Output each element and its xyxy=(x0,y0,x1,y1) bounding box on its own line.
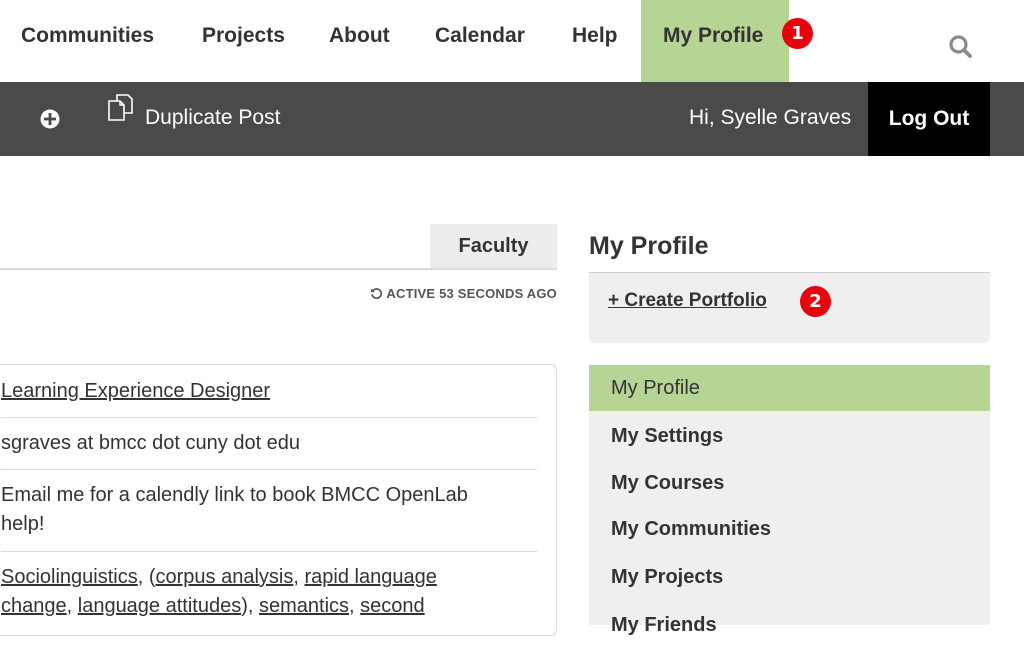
plus-circle-icon[interactable] xyxy=(39,108,61,130)
interest-separator: , ( xyxy=(137,566,156,588)
interest-separator: , xyxy=(349,595,361,617)
user-greeting[interactable]: Hi, Syelle Graves xyxy=(689,106,851,130)
interest-tag-link[interactable]: language attitudes xyxy=(78,595,241,617)
menu-item-my-communities[interactable]: My Communities xyxy=(589,506,990,552)
row-divider xyxy=(1,417,537,418)
menu-item-my-courses[interactable]: My Courses xyxy=(589,460,990,506)
sidebar-title: My Profile xyxy=(589,232,709,260)
interest-tag-link[interactable]: rapid language xyxy=(304,566,436,588)
interest-tag-link[interactable]: second xyxy=(360,595,425,617)
annotation-badge-2: 2 xyxy=(800,286,831,317)
profile-menu: My Profile My Settings My Courses My Com… xyxy=(589,365,990,636)
duplicate-icon xyxy=(108,94,133,121)
profile-title-row: Learning Experience Designer xyxy=(1,377,537,406)
nav-communities[interactable]: Communities xyxy=(21,0,154,82)
nav-about[interactable]: About xyxy=(329,0,390,82)
create-portfolio-box: + Create Portfolio 2 xyxy=(589,273,990,343)
interest-tag-link[interactable]: corpus analysis xyxy=(156,566,294,588)
tab-faculty[interactable]: Faculty xyxy=(430,224,557,268)
menu-item-my-settings[interactable]: My Settings xyxy=(589,413,990,459)
nav-calendar[interactable]: Calendar xyxy=(435,0,525,82)
menu-item-my-projects[interactable]: My Projects xyxy=(589,554,990,600)
create-portfolio-link[interactable]: + Create Portfolio xyxy=(608,290,767,312)
active-status-text: ACTIVE 53 SECONDS AGO xyxy=(386,286,557,301)
admin-bar: Duplicate Post Hi, Syelle Graves Log Out xyxy=(0,82,1024,156)
office-hours-line2: help! xyxy=(1,513,45,535)
profile-office-hours: Email me for a calendly link to book BMC… xyxy=(1,481,537,539)
annotation-badge-1: 1 xyxy=(782,18,813,49)
active-status: ACTIVE 53 SECONDS AGO xyxy=(370,286,557,301)
refresh-icon xyxy=(371,288,383,300)
menu-item-my-profile[interactable]: My Profile xyxy=(589,365,990,411)
nav-projects[interactable]: Projects xyxy=(202,0,285,82)
interest-tag-link[interactable]: change xyxy=(1,595,67,617)
interests-line1: Sociolinguistics, (corpus analysis, rapi… xyxy=(1,563,537,592)
interest-tag-link[interactable]: semantics xyxy=(259,595,349,617)
row-divider xyxy=(1,551,537,552)
search-icon[interactable] xyxy=(948,34,974,60)
row-divider xyxy=(1,469,537,470)
profile-email: sgraves at bmcc dot cuny dot edu xyxy=(1,432,301,454)
office-hours-line1: Email me for a calendly link to book BMC… xyxy=(1,484,468,506)
profile-interests: Sociolinguistics, (corpus analysis, rapi… xyxy=(1,563,537,621)
interest-separator: , xyxy=(66,595,78,617)
profile-info-box: Learning Experience Designer sgraves at … xyxy=(0,364,557,636)
interests-line2: change, language attitudes), semantics, … xyxy=(1,592,537,621)
top-navigation: Communities Projects About Calendar Help… xyxy=(0,0,1024,82)
interest-separator: ), xyxy=(241,595,259,617)
nav-help[interactable]: Help xyxy=(572,0,618,82)
profile-title-link[interactable]: Learning Experience Designer xyxy=(1,380,270,402)
tab-divider xyxy=(0,268,557,270)
interest-tag-link[interactable]: Sociolinguistics xyxy=(1,566,138,588)
nav-my-profile-label: My Profile xyxy=(663,24,764,47)
duplicate-post-link[interactable]: Duplicate Post xyxy=(145,106,280,130)
nav-my-profile[interactable]: My Profile xyxy=(641,0,789,82)
logout-button[interactable]: Log Out xyxy=(868,82,990,156)
menu-item-my-friends[interactable]: My Friends xyxy=(589,602,990,648)
interest-separator: , xyxy=(293,566,305,588)
